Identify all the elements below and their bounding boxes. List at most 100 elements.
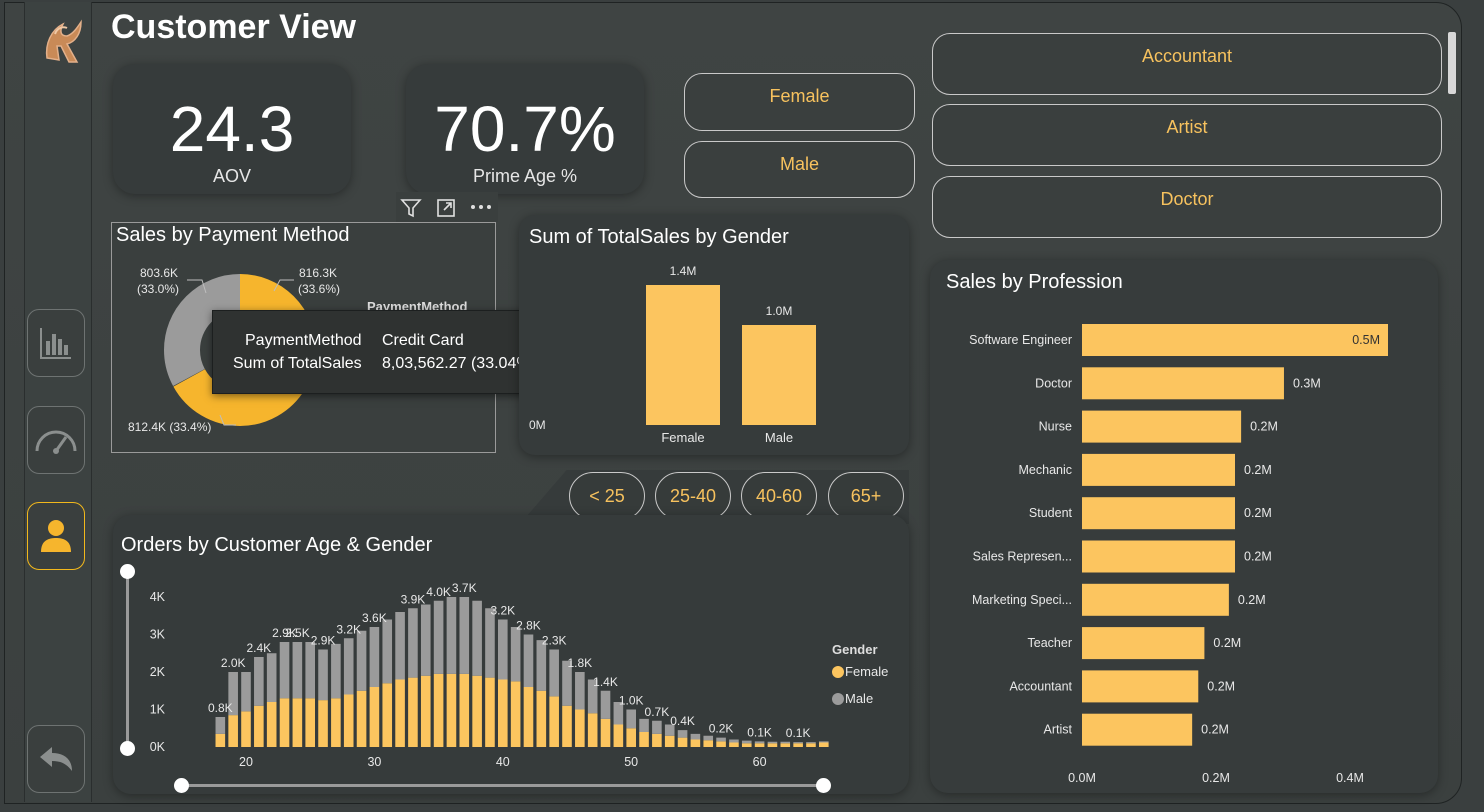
age-bar-female[interactable] [254, 705, 264, 747]
age-bar-male[interactable] [369, 627, 380, 687]
age-bar-male[interactable] [703, 735, 714, 741]
age-bar-male[interactable] [485, 608, 495, 678]
age-bar-male[interactable] [741, 740, 752, 744]
profession-bar[interactable] [1082, 497, 1235, 530]
age-bar-male[interactable] [498, 619, 508, 680]
profession-bar[interactable] [1082, 410, 1242, 443]
age-bar-male[interactable] [433, 600, 444, 674]
age-bar-male[interactable] [472, 600, 482, 676]
age-bar-male[interactable] [626, 709, 636, 729]
age-bar-female[interactable] [677, 737, 688, 747]
age-bar-female[interactable] [446, 673, 457, 747]
gender-slicer-male[interactable]: Male [684, 141, 915, 198]
age-bar-female[interactable] [228, 715, 238, 747]
y-range-slider-bottom-handle[interactable] [120, 741, 135, 756]
age-bar-male[interactable] [652, 720, 662, 734]
age-bar-female[interactable] [703, 740, 714, 747]
age-bar-female[interactable] [652, 733, 662, 747]
profession-slicer-doctor[interactable]: Doctor [932, 176, 1442, 238]
filter-icon[interactable] [400, 197, 422, 219]
age-bar-female[interactable] [575, 709, 585, 748]
age-bar-female[interactable] [408, 677, 418, 747]
age-bar-female[interactable] [510, 681, 521, 747]
profession-bar[interactable] [1082, 453, 1235, 486]
profession-bar[interactable] [1082, 540, 1235, 573]
age-bar-male[interactable] [677, 730, 688, 738]
age-bar-male[interactable] [729, 739, 739, 743]
age-bar-female[interactable] [331, 698, 341, 747]
age-bar-male[interactable] [382, 619, 393, 684]
gender-bar[interactable] [646, 285, 720, 425]
age-bar-female[interactable] [549, 696, 559, 747]
report-nav-button[interactable] [27, 309, 85, 377]
age-bar-female[interactable] [664, 735, 675, 747]
age-bar-female[interactable] [716, 741, 726, 747]
customer-nav-button[interactable] [27, 502, 85, 570]
age-bar-male[interactable] [254, 657, 264, 706]
age-slicer-40-60[interactable]: 40-60 [741, 472, 817, 520]
age-bar-female[interactable] [729, 742, 739, 748]
age-bar-male[interactable] [395, 612, 405, 680]
age-bar-female[interactable] [292, 698, 303, 747]
age-bar-female[interactable] [793, 743, 803, 747]
age-bar-female[interactable] [780, 743, 791, 747]
gender-bar[interactable] [742, 325, 816, 425]
gender-slicer-female[interactable]: Female [684, 73, 915, 131]
age-bar-female[interactable] [382, 683, 393, 747]
age-bar-male[interactable] [305, 642, 315, 699]
x-range-slider-left-handle[interactable] [174, 778, 189, 793]
age-bar-female[interactable] [741, 743, 752, 747]
age-bar-female[interactable] [819, 742, 829, 748]
age-bar-male[interactable] [318, 649, 328, 701]
profession-bar[interactable] [1082, 583, 1229, 616]
profession-slicer-artist[interactable]: Artist [932, 104, 1442, 166]
y-range-slider-track[interactable] [126, 572, 129, 750]
age-bar-female[interactable] [523, 687, 534, 747]
age-bar-male[interactable] [523, 634, 534, 688]
age-bar-female[interactable] [241, 711, 251, 747]
age-bar-male[interactable] [215, 717, 226, 734]
profession-bar[interactable] [1082, 367, 1284, 400]
age-bar-male[interactable] [806, 742, 816, 744]
age-bar-male[interactable] [575, 672, 585, 710]
slicer-scrollbar[interactable] [1448, 32, 1456, 94]
age-bar-male[interactable] [356, 630, 367, 691]
age-bar-female[interactable] [215, 733, 226, 747]
age-bar-female[interactable] [318, 700, 328, 747]
age-bar-female[interactable] [343, 694, 354, 748]
age-bar-male[interactable] [754, 741, 765, 744]
age-bar-female[interactable] [395, 679, 405, 748]
profession-bar[interactable] [1082, 324, 1388, 356]
age-slicer-25-40[interactable]: 25-40 [655, 472, 731, 520]
y-range-slider-top-handle[interactable] [120, 564, 135, 579]
prime-age-card[interactable]: 70.7% Prime Age % [406, 64, 644, 194]
age-bar-female[interactable] [498, 679, 508, 748]
age-bar-female[interactable] [485, 677, 495, 747]
age-bar-male[interactable] [690, 733, 701, 740]
age-bar-female[interactable] [459, 673, 470, 747]
age-bar-male[interactable] [819, 741, 829, 743]
age-bar-female[interactable] [600, 718, 611, 747]
age-bar-male[interactable] [767, 741, 778, 744]
back-button[interactable] [27, 725, 85, 793]
age-bar-female[interactable] [305, 698, 315, 747]
age-bar-male[interactable] [600, 690, 611, 719]
age-bar-male[interactable] [279, 642, 290, 699]
x-range-slider-right-handle[interactable] [816, 778, 831, 793]
profession-bar[interactable] [1082, 713, 1193, 746]
age-bar-male[interactable] [331, 643, 341, 699]
age-bar-female[interactable] [433, 673, 444, 747]
age-bar-male[interactable] [510, 627, 521, 682]
x-range-slider-track[interactable] [181, 784, 823, 787]
age-bar-female[interactable] [767, 743, 778, 747]
profession-bar[interactable] [1082, 627, 1205, 660]
profession-slicer-accountant[interactable]: Accountant [932, 33, 1442, 95]
age-bar-female[interactable] [369, 687, 380, 747]
profession-bar[interactable] [1082, 670, 1199, 703]
age-bar-male[interactable] [549, 649, 559, 697]
age-bar-male[interactable] [266, 653, 277, 702]
age-bar-female[interactable] [562, 705, 572, 747]
age-bar-male[interactable] [459, 597, 470, 674]
age-slicer-under-25[interactable]: < 25 [569, 472, 645, 520]
age-bar-male[interactable] [639, 718, 649, 732]
